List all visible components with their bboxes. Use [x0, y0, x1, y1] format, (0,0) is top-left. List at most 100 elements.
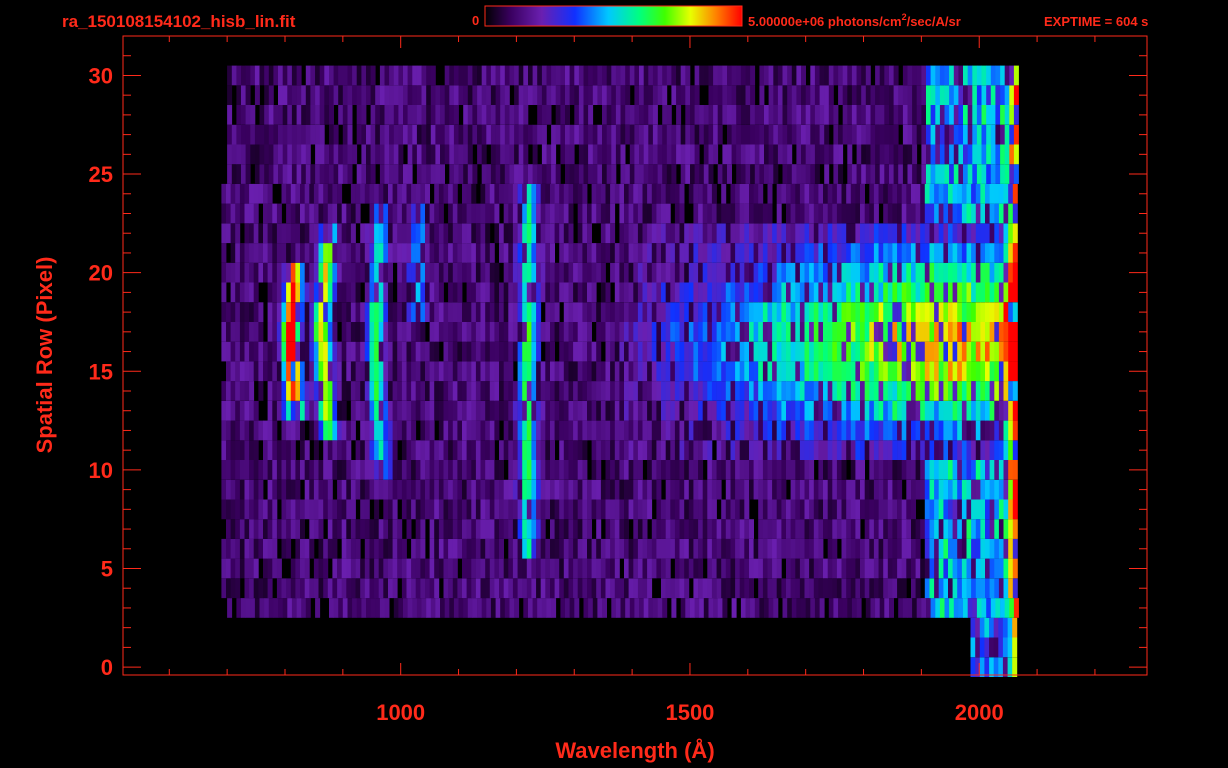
- heatmap-cell: [790, 381, 796, 401]
- heatmap-cell: [318, 420, 324, 441]
- heatmap-cell: [452, 479, 458, 500]
- heatmap-cell: [966, 538, 972, 559]
- heatmap-cell: [870, 144, 876, 165]
- heatmap-cell: [993, 657, 999, 677]
- heatmap-cell: [235, 183, 241, 204]
- heatmap-cell: [790, 223, 796, 244]
- heatmap-cell: [920, 460, 926, 480]
- heatmap-cell: [730, 558, 736, 579]
- heatmap-cell: [577, 420, 583, 441]
- heatmap-cell: [887, 400, 893, 421]
- heatmap-cell: [980, 519, 986, 539]
- heatmap-cell: [711, 282, 717, 303]
- heatmap-cell: [466, 341, 472, 362]
- heatmap-cell: [429, 262, 435, 283]
- heatmap-cell: [550, 479, 555, 500]
- heatmap-cell: [850, 538, 856, 559]
- heatmap-cell: [440, 598, 445, 618]
- heatmap-cell: [948, 460, 953, 480]
- heatmap-cell: [421, 144, 427, 165]
- heatmap-cell: [860, 440, 865, 460]
- heatmap-cell: [610, 558, 616, 579]
- heatmap-cell: [878, 361, 884, 382]
- heatmap-cell: [475, 322, 481, 342]
- heatmap-cell: [313, 302, 319, 322]
- heatmap-cell: [489, 479, 495, 500]
- heatmap-cell: [698, 400, 704, 421]
- heatmap-cell: [541, 144, 547, 165]
- heatmap-cell: [1000, 65, 1006, 86]
- heatmap-cell: [948, 322, 953, 342]
- heatmap-cell: [624, 460, 629, 480]
- heatmap-cell: [258, 341, 264, 362]
- heatmap-cell: [878, 262, 884, 283]
- heatmap-cell: [268, 124, 274, 145]
- heatmap-cell: [878, 282, 884, 303]
- heatmap-cell: [920, 282, 926, 303]
- heatmap-cell: [855, 322, 861, 342]
- heatmap-cell: [355, 381, 361, 401]
- heatmap-cell: [375, 105, 381, 125]
- heatmap-cell: [457, 420, 463, 441]
- heatmap-cell: [693, 322, 699, 342]
- heatmap-cell: [688, 400, 694, 421]
- heatmap-cell: [966, 460, 972, 480]
- heatmap-cell: [836, 420, 842, 441]
- heatmap-cell: [725, 440, 731, 460]
- heatmap-cell: [475, 381, 481, 401]
- heatmap-cell: [768, 65, 774, 86]
- heatmap-cell: [588, 105, 594, 125]
- heatmap-cell: [235, 243, 241, 263]
- heatmap-cell: [661, 243, 666, 263]
- heatmap-cell: [258, 519, 264, 539]
- heatmap-cell: [411, 223, 417, 244]
- heatmap-cell: [286, 479, 292, 500]
- heatmap-cell: [378, 361, 384, 382]
- heatmap-cell: [625, 124, 631, 145]
- heatmap-cell: [540, 420, 546, 441]
- heatmap-cell: [693, 262, 699, 283]
- heatmap-cell: [776, 203, 782, 224]
- heatmap-cell: [388, 381, 393, 401]
- heatmap-cell: [989, 223, 995, 244]
- heatmap-cell: [286, 203, 292, 224]
- heatmap-cell: [392, 440, 398, 460]
- heatmap-cell: [809, 440, 815, 460]
- heatmap-cell: [300, 381, 305, 401]
- heatmap-cell: [648, 124, 654, 145]
- heatmap-cell: [688, 538, 694, 559]
- heatmap-cell: [512, 203, 518, 224]
- heatmap-cell: [536, 558, 542, 579]
- heatmap-cell: [425, 302, 430, 322]
- heatmap-cell: [902, 124, 908, 145]
- heatmap-cell: [639, 85, 644, 105]
- heatmap-cell: [537, 598, 543, 618]
- heatmap-cell: [949, 124, 955, 145]
- y-axis-label: Spatial Row (Pixel): [32, 257, 57, 454]
- heatmap-cell: [647, 381, 653, 401]
- heatmap-cell: [494, 499, 500, 520]
- heatmap-cell: [323, 558, 329, 579]
- heatmap-cell: [596, 381, 602, 401]
- heatmap-cell: [619, 302, 625, 322]
- heatmap-cell: [971, 558, 977, 579]
- heatmap-cell: [512, 282, 518, 303]
- heatmap-cell: [814, 124, 820, 145]
- heatmap-cell: [383, 381, 389, 401]
- heatmap-cell: [679, 440, 685, 460]
- heatmap-cell: [846, 538, 852, 559]
- heatmap-cell: [360, 578, 366, 599]
- heatmap-cell: [231, 65, 237, 86]
- heatmap-cell: [670, 302, 676, 322]
- heatmap-cell: [949, 598, 955, 618]
- heatmap-cell: [346, 460, 352, 480]
- heatmap-cell: [485, 519, 491, 539]
- heatmap-cell: [1008, 341, 1014, 362]
- heatmap-cell: [619, 420, 625, 441]
- heatmap-cell: [1000, 598, 1006, 618]
- heatmap-cell: [281, 578, 287, 599]
- heatmap-cell: [809, 341, 815, 362]
- heatmap-cell: [388, 420, 393, 441]
- heatmap-cell: [897, 322, 903, 342]
- heatmap-cell: [545, 302, 551, 322]
